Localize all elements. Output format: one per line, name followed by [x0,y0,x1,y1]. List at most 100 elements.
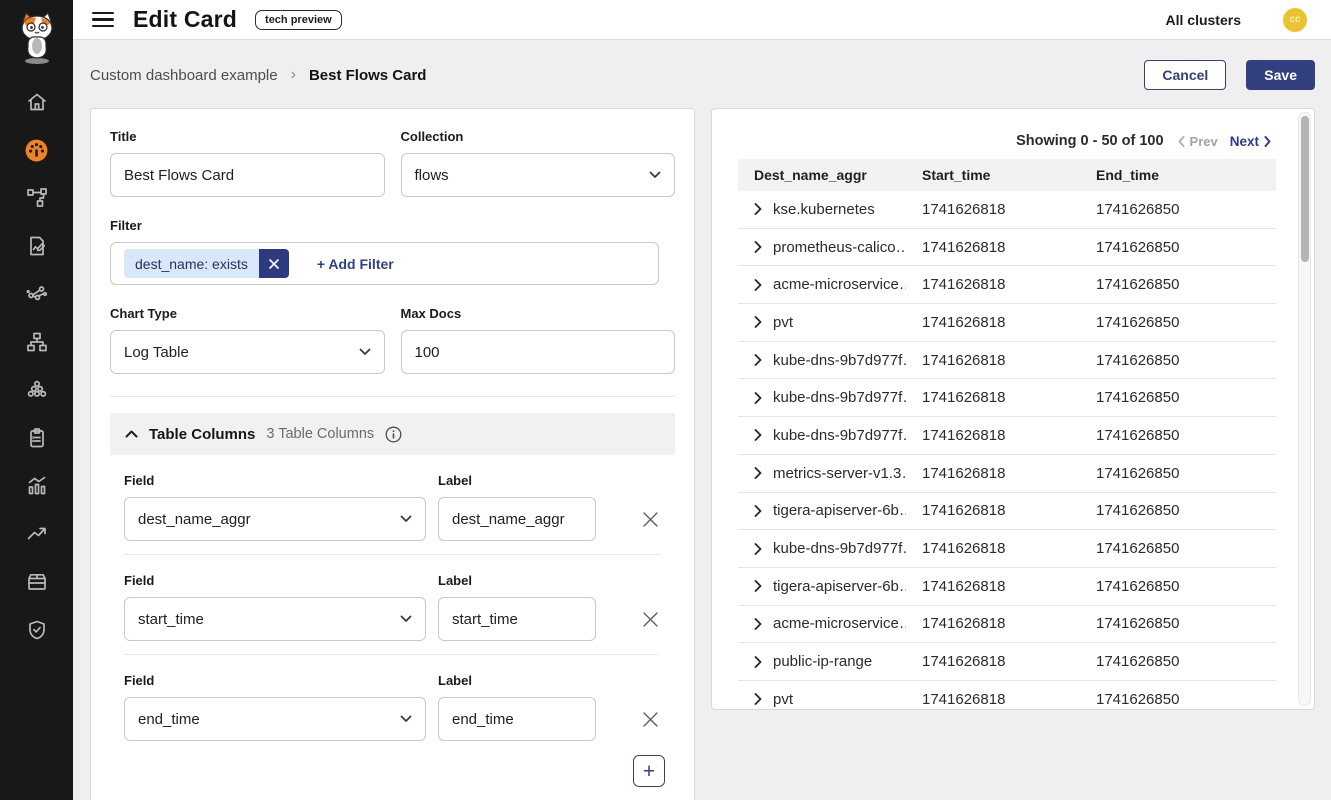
form-divider [110,396,675,397]
bar-stats-icon [25,474,49,498]
flow-table-body: kse.kubernetes17416268181741626850promet… [738,191,1276,710]
sidebar-item-cluster-nodes[interactable] [0,366,73,414]
menu-toggle-icon[interactable] [92,12,114,28]
table-row[interactable]: prometheus-calico…17416268181741626850 [738,229,1276,267]
scrollbar-track[interactable] [1298,112,1311,706]
flow-dest-name: acme-microservice… [773,615,906,632]
table-row[interactable]: tigera-apiserver-6b…17416268181741626850 [738,568,1276,606]
expand-row-icon[interactable] [754,618,762,630]
title-input[interactable] [110,153,385,197]
chart-type-select[interactable]: Log Table [110,330,385,374]
collection-select[interactable]: flows [401,153,676,197]
expand-row-icon[interactable] [754,467,762,479]
sidebar-item-clipboard[interactable] [0,414,73,462]
field-label: Field [124,473,426,488]
sidebar-item-policy-editor[interactable] [0,222,73,270]
field-select[interactable]: dest_name_aggr [124,497,426,541]
table-header-row: Dest_name_aggr Start_time End_time [738,159,1276,191]
sidebar-item-dashboard[interactable] [0,126,73,174]
expand-row-icon[interactable] [754,429,762,441]
flow-end-time: 1741626850 [1080,314,1276,331]
cancel-button[interactable]: Cancel [1144,60,1226,90]
label-label: Label [438,673,596,688]
pagination-showing-text: Showing 0 - 50 of 100 [1016,133,1163,149]
pagination: Showing 0 - 50 of 100 Prev Next [1016,133,1271,149]
flow-end-time: 1741626850 [1080,502,1276,519]
sidebar-item-security[interactable] [0,606,73,654]
table-row[interactable]: pvt17416268181741626850 [738,681,1276,710]
table-row[interactable]: kube-dns-9b7d977f…17416268181741626850 [738,530,1276,568]
sidebar-item-service-graph[interactable] [0,270,73,318]
flow-start-time: 1741626818 [906,276,1080,293]
card-editor-panel: Title Collection flows Filter dest_name:… [90,108,695,800]
table-row[interactable]: kube-dns-9b7d977f…17416268181741626850 [738,342,1276,380]
flow-dest-name: prometheus-calico… [773,239,906,256]
sidebar [0,0,73,800]
flow-end-time: 1741626850 [1080,201,1276,218]
policy-editor-icon [25,234,49,258]
flow-end-time: 1741626850 [1080,239,1276,256]
table-row[interactable]: metrics-server-v1.3…17416268181741626850 [738,455,1276,493]
table-row[interactable]: acme-microservice…17416268181741626850 [738,606,1276,644]
flow-start-time: 1741626818 [906,502,1080,519]
field-select[interactable]: end_time [124,697,426,741]
expand-row-icon[interactable] [754,241,762,253]
expand-row-icon[interactable] [754,279,762,291]
expand-row-icon[interactable] [754,580,762,592]
title-label: Title [110,129,385,144]
prev-page-button[interactable]: Prev [1178,134,1218,149]
sidebar-item-network-topology[interactable] [0,174,73,222]
flow-dest-name: kube-dns-9b7d977f… [773,389,906,406]
expand-row-icon[interactable] [754,656,762,668]
next-page-button[interactable]: Next [1230,134,1271,149]
expand-row-icon[interactable] [754,693,762,705]
table-row[interactable]: kube-dns-9b7d977f…17416268181741626850 [738,379,1276,417]
cluster-selector[interactable]: All clusters [1166,12,1241,28]
remove-column-icon[interactable] [642,611,659,628]
flow-end-time: 1741626850 [1080,691,1276,708]
sitemap-icon [25,330,49,354]
filter-tag: dest_name: exists [124,249,289,278]
flow-end-time: 1741626850 [1080,615,1276,632]
table-row[interactable]: kube-dns-9b7d977f…17416268181741626850 [738,417,1276,455]
sidebar-item-package[interactable] [0,558,73,606]
scrollbar-thumb[interactable] [1301,116,1309,262]
info-icon[interactable] [385,426,402,443]
sidebar-item-sitemap[interactable] [0,318,73,366]
label-input[interactable] [438,497,596,541]
flow-dest-name: pvt [773,691,793,708]
expand-row-icon[interactable] [754,505,762,517]
expand-row-icon[interactable] [754,543,762,555]
filter-input-area[interactable]: dest_name: exists + Add Filter [110,242,659,285]
table-row[interactable]: tigera-apiserver-6b…17416268181741626850 [738,493,1276,531]
table-row[interactable]: acme-microservice…17416268181741626850 [738,266,1276,304]
field-select[interactable]: start_time [124,597,426,641]
sidebar-item-bar-stats[interactable] [0,462,73,510]
add-filter-link[interactable]: + Add Filter [317,256,394,272]
expand-row-icon[interactable] [754,203,762,215]
breadcrumb-parent[interactable]: Custom dashboard example [90,67,278,84]
save-button[interactable]: Save [1246,60,1315,90]
label-input[interactable] [438,597,596,641]
remove-column-icon[interactable] [642,511,659,528]
chevron-down-icon [400,515,412,523]
add-column-button[interactable]: + [633,755,665,787]
flow-start-time: 1741626818 [906,427,1080,444]
sidebar-item-trending[interactable] [0,510,73,558]
avatar[interactable]: cc [1283,8,1307,32]
dashboard-gauge-icon [24,138,49,163]
column-editor-row: Field start_time Label [110,555,675,654]
expand-row-icon[interactable] [754,392,762,404]
max-docs-input[interactable] [401,330,676,374]
chevron-down-icon [649,171,661,179]
sidebar-item-home[interactable] [0,78,73,126]
table-row[interactable]: pvt17416268181741626850 [738,304,1276,342]
table-row[interactable]: kse.kubernetes17416268181741626850 [738,191,1276,229]
table-row[interactable]: public-ip-range17416268181741626850 [738,643,1276,681]
expand-row-icon[interactable] [754,316,762,328]
remove-filter-icon[interactable] [259,249,289,278]
label-input[interactable] [438,697,596,741]
table-columns-section-header[interactable]: Table Columns 3 Table Columns [110,413,675,455]
remove-column-icon[interactable] [642,711,659,728]
expand-row-icon[interactable] [754,354,762,366]
